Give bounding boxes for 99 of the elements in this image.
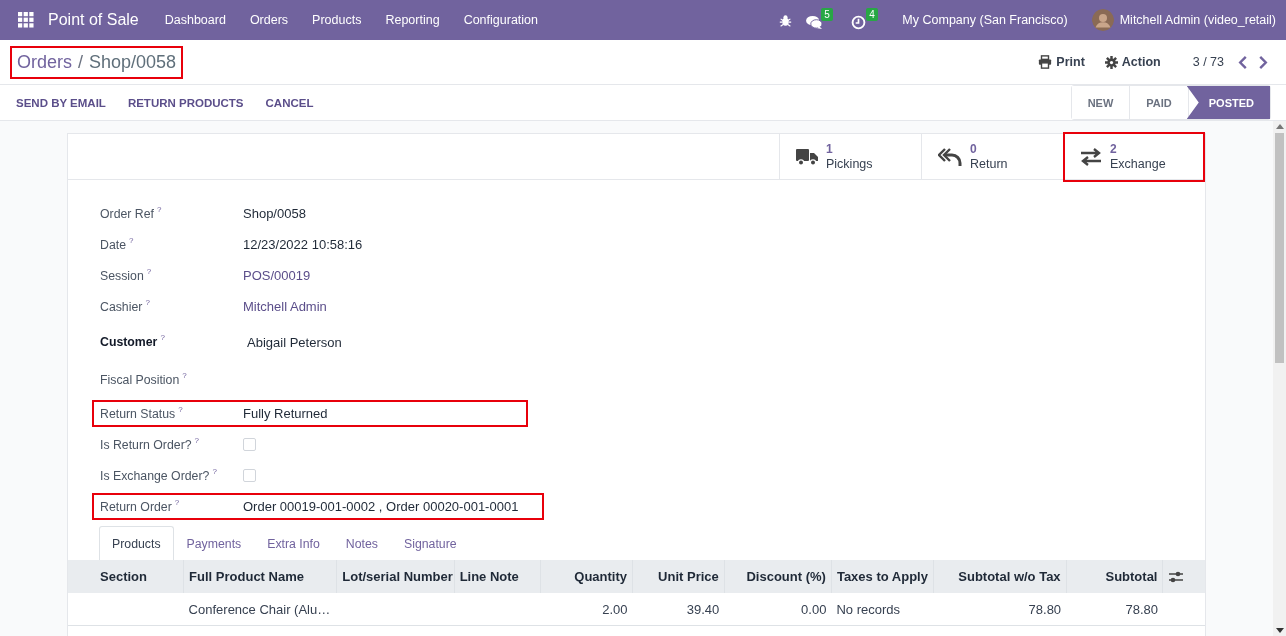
table-cell: 78.80 — [1125, 601, 1158, 617]
column-header[interactable]: Quantity — [540, 560, 633, 593]
print-button[interactable]: Print — [1038, 55, 1085, 69]
smart-button[interactable]: 2 Exchange — [1063, 134, 1205, 179]
smart-button[interactable]: 0 Return — [921, 134, 1063, 179]
table-cell: 39.40 — [686, 601, 720, 617]
count-badge: 4 — [866, 7, 878, 21]
column-header[interactable]: Full Product Name — [183, 560, 337, 593]
help-tooltip-mark[interactable]: ? — [145, 297, 150, 307]
column-header[interactable]: Discount (%) — [724, 560, 832, 593]
scroll-down-icon — [1275, 628, 1284, 633]
scroll-up-icon — [1275, 124, 1284, 129]
avatar-icon — [1091, 9, 1114, 31]
header-action-button[interactable]: RETURN PRODUCTS — [127, 96, 244, 109]
printer-icon — [1038, 55, 1053, 69]
truck-icon — [796, 147, 818, 166]
notebook-tab[interactable]: Extra Info — [254, 526, 333, 560]
table-cell: 78.80 — [1028, 601, 1062, 617]
help-tooltip-mark[interactable]: ? — [146, 266, 152, 276]
field-link[interactable]: POS/00019 — [243, 268, 311, 283]
reply-all-icon — [938, 146, 962, 167]
help-tooltip-mark[interactable]: ? — [178, 404, 183, 414]
button-label: Return — [970, 156, 1008, 172]
menu-item[interactable]: Reporting — [373, 13, 452, 27]
sliders-icon — [1169, 570, 1184, 583]
column-header[interactable]: Taxes to Apply — [831, 560, 934, 593]
menu-item[interactable]: Configuration — [451, 13, 550, 27]
bug-icon — [779, 13, 793, 27]
field-label: Order Ref — [100, 206, 154, 221]
table-cell: No records — [836, 601, 900, 617]
notebook-tab[interactable]: Signature — [391, 526, 470, 560]
table-cell: 0.00 — [801, 601, 827, 617]
action-button[interactable]: Action — [1104, 55, 1161, 69]
field-value: Order 00019-001-0002 , Order 00020-001-0001 — [243, 499, 519, 514]
column-header[interactable]: Lot/serial Number — [336, 560, 455, 593]
smart-button[interactable]: 1 Pickings — [779, 134, 921, 179]
field-value: 12/23/2022 10:58:16 — [243, 237, 363, 252]
field-label: Session — [100, 268, 144, 283]
help-tooltip-mark[interactable]: ? — [212, 466, 217, 476]
field-label: Return Order — [100, 499, 172, 514]
notebook-tab[interactable]: Notes — [332, 526, 391, 560]
user-menu[interactable]: Mitchell Admin (video_retail) — [1119, 13, 1276, 27]
menu-item[interactable]: Orders — [237, 13, 301, 27]
help-tooltip-mark[interactable]: ? — [129, 235, 134, 245]
activities-button[interactable]: 4 — [847, 6, 881, 34]
field-label: Fiscal Position — [100, 373, 180, 387]
help-tooltip-mark[interactable]: ? — [160, 333, 165, 342]
checkbox[interactable] — [243, 469, 256, 482]
help-tooltip-mark[interactable]: ? — [182, 371, 187, 380]
field-value: Shop/0058 — [243, 206, 306, 221]
field-label: Cashier — [100, 299, 143, 314]
field-value: Fully Returned — [243, 406, 328, 421]
field-label: Date — [100, 237, 126, 252]
chevron-left-icon — [1238, 55, 1248, 69]
chevron-right-icon — [1258, 55, 1268, 69]
field-label: Customer — [100, 335, 158, 349]
column-header[interactable]: Section — [68, 560, 184, 593]
count-value: 2 — [1110, 141, 1118, 157]
field-link[interactable]: Mitchell Admin — [243, 299, 327, 314]
breadcrumb-link[interactable]: Orders — [17, 51, 72, 73]
company-switcher[interactable]: My Company (San Francisco) — [890, 13, 1080, 27]
grid-icon — [18, 12, 34, 28]
header-action-button[interactable]: SEND BY EMAIL — [16, 96, 106, 109]
scrollbar[interactable] — [1273, 121, 1286, 636]
status-stage[interactable]: NEW — [1071, 86, 1131, 119]
header-action-button[interactable]: CANCEL — [265, 96, 314, 109]
breadcrumb-current: Shop/0058 — [89, 51, 177, 73]
field-label: Return Status — [100, 406, 176, 421]
menu-item[interactable]: Products — [300, 13, 374, 27]
help-tooltip-mark[interactable]: ? — [174, 497, 180, 507]
notebook-tab[interactable]: Products — [99, 526, 174, 560]
table-cell: 2.00 — [602, 601, 628, 617]
menu-item[interactable]: Dashboard — [152, 13, 238, 27]
breadcrumb-separator: / — [78, 51, 84, 73]
help-tooltip-mark[interactable]: ? — [194, 435, 200, 445]
field-label: Is Exchange Order? — [100, 468, 210, 483]
status-stage[interactable]: POSTED — [1186, 86, 1270, 119]
exchange-icon — [1080, 147, 1102, 166]
column-header[interactable]: Subtotal — [1066, 560, 1163, 593]
chat-icon — [806, 14, 824, 30]
pager-value: 3 / 73 — [1192, 55, 1224, 69]
field-value: Abigail Peterson — [246, 334, 342, 350]
column-header[interactable]: Line Note — [454, 560, 541, 593]
checkbox[interactable] — [243, 438, 256, 451]
app-title[interactable]: Point of Sale — [48, 11, 139, 29]
messages-button[interactable]: 5 — [802, 6, 838, 34]
gear-icon — [1104, 55, 1118, 69]
count-badge: 5 — [821, 7, 833, 21]
help-tooltip-mark[interactable]: ? — [157, 204, 162, 214]
button-label: Exchange — [1110, 156, 1166, 172]
column-header[interactable]: Unit Price — [632, 560, 725, 593]
notebook-tab[interactable]: Payments — [173, 526, 255, 560]
table-cell: Conference Chair (Alu… — [188, 601, 331, 617]
column-header[interactable]: Subtotal w/o Tax — [933, 560, 1067, 593]
count-value: 1 — [826, 141, 834, 157]
button-label: Pickings — [826, 156, 873, 172]
count-value: 0 — [970, 141, 978, 157]
field-label: Is Return Order? — [100, 437, 192, 452]
clock-icon — [851, 14, 867, 30]
